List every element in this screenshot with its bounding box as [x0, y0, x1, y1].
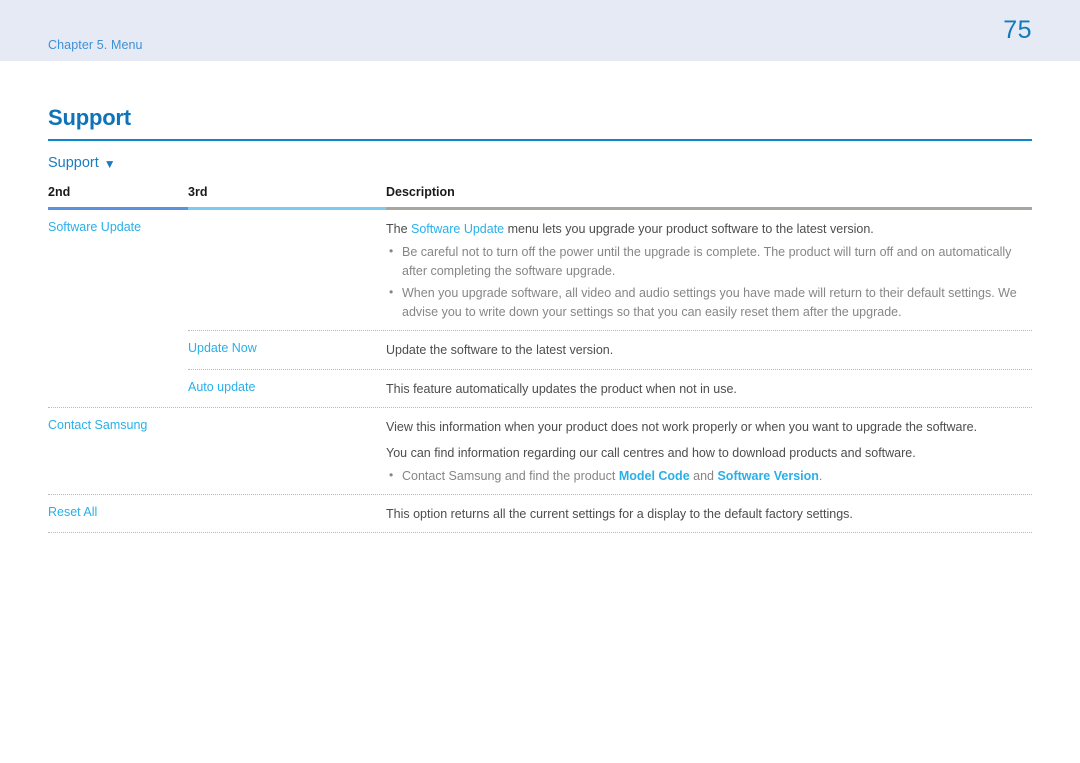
row-description: View this information when your product …	[386, 408, 1032, 494]
column-header-3rd: 3rd	[188, 185, 208, 199]
title-divider	[48, 139, 1032, 141]
list-item: Contact Samsung and find the product Mod…	[386, 466, 1032, 486]
page-title: Support	[48, 105, 131, 130]
description-bullet-list: Be careful not to turn off the power unt…	[386, 242, 1032, 322]
row-label-3rd[interactable]: Auto update	[188, 370, 386, 394]
list-item: When you upgrade software, all video and…	[386, 283, 1032, 322]
row-divider	[48, 532, 1032, 534]
bullet-highlight-model-code: Model Code	[618, 468, 690, 483]
description-lead: The Software Update menu lets you upgrad…	[386, 220, 1032, 239]
description-lead-pre: The	[386, 222, 412, 236]
description-text: View this information when your product …	[386, 420, 978, 435]
page-content: Support Support ▼ 2nd 3rd Description So…	[0, 105, 1080, 534]
table-row: Reset All This option returns all the cu…	[48, 495, 1032, 532]
column-header-description: Description	[386, 185, 455, 199]
description-text: You can find information regarding our c…	[386, 445, 916, 460]
description-lead-post: menu lets you upgrade your product softw…	[504, 222, 874, 236]
page-number: 75	[1003, 16, 1032, 44]
row-description: This option returns all the current sett…	[386, 495, 1032, 532]
bullet-text-pre: Contact Samsung and find the product	[402, 468, 619, 483]
page-running-header: Chapter 5. Menu 75	[0, 0, 1080, 61]
bullet-text-post: .	[818, 468, 823, 483]
menu-path-breadcrumb: Support ▼	[48, 155, 1032, 171]
table-header-row: 2nd 3rd Description	[48, 185, 1032, 207]
column-header-2nd: 2nd	[48, 185, 71, 199]
row-label-3rd	[188, 408, 386, 418]
description-text: This option returns all the current sett…	[386, 506, 853, 521]
row-label-2nd[interactable]: Reset All	[48, 495, 188, 519]
bullet-highlight-software-version: Software Version	[717, 468, 819, 483]
description-bullet-list: Contact Samsung and find the product Mod…	[386, 466, 1032, 486]
row-description: This feature automatically updates the p…	[386, 370, 1032, 407]
list-item: Be careful not to turn off the power unt…	[386, 242, 1032, 281]
triangle-down-icon: ▼	[103, 157, 116, 171]
chapter-label: Chapter 5. Menu	[48, 38, 143, 52]
row-label-2nd	[48, 331, 188, 341]
description-text: Update the software to the latest versio…	[386, 343, 614, 358]
description-lead-highlight: Software Update	[411, 222, 505, 236]
bullet-text-mid: and	[689, 468, 718, 483]
row-description: The Software Update menu lets you upgrad…	[386, 210, 1032, 330]
settings-table: 2nd 3rd Description Software Update The …	[48, 185, 1032, 534]
menu-path-label: Support	[48, 155, 99, 171]
row-label-2nd[interactable]: Contact Samsung	[48, 408, 188, 432]
table-row: Auto update This feature automatically u…	[48, 370, 1032, 407]
table-row: Software Update The Software Update menu…	[48, 210, 1032, 330]
table-row: Contact Samsung View this information wh…	[48, 408, 1032, 494]
row-label-3rd	[188, 495, 386, 505]
description-text: This feature automatically updates the p…	[386, 381, 737, 396]
row-description: Update the software to the latest versio…	[386, 331, 1032, 368]
row-label-2nd[interactable]: Software Update	[48, 210, 188, 234]
row-label-3rd	[188, 210, 386, 220]
row-label-3rd[interactable]: Update Now	[188, 331, 386, 355]
table-row: Update Now Update the software to the la…	[48, 331, 1032, 368]
row-label-2nd	[48, 370, 188, 380]
